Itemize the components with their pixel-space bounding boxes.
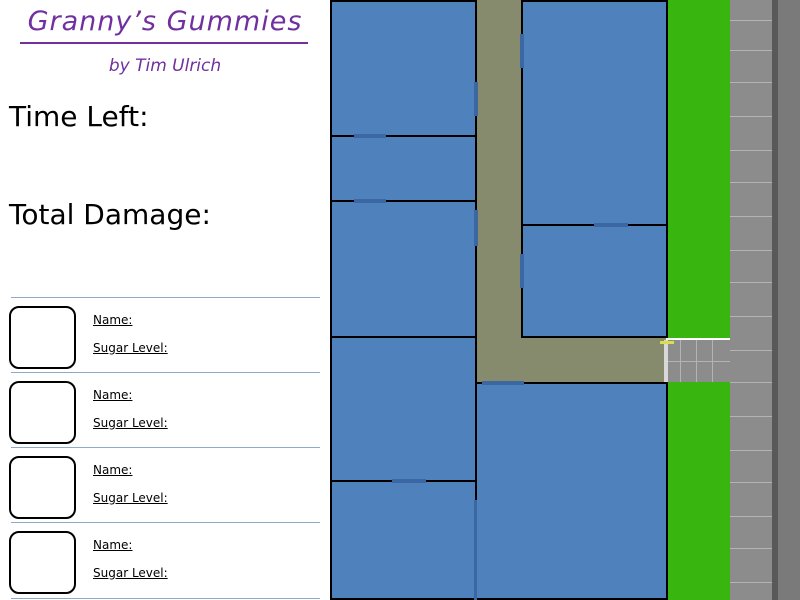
- game-title: Granny’s Gummies: [27, 6, 303, 37]
- house-map[interactable]: [330, 0, 800, 600]
- character-slot-3[interactable]: Name: Sugar Level:: [0, 449, 330, 523]
- sidewalk-line: [730, 350, 772, 351]
- character-portrait[interactable]: [9, 531, 76, 594]
- hallway-vertical[interactable]: [476, 0, 522, 384]
- hallway-horizontal[interactable]: [476, 337, 666, 384]
- room[interactable]: [330, 200, 477, 338]
- doorway[interactable]: [354, 199, 386, 203]
- author-credit: by Tim Ulrich: [108, 56, 222, 76]
- character-slot-1[interactable]: Name: Sugar Level:: [0, 299, 330, 373]
- slot-divider: [11, 598, 320, 599]
- doorway[interactable]: [482, 381, 524, 385]
- lawn: [668, 382, 730, 600]
- sidewalk-line: [730, 82, 772, 83]
- sugar-level-label: Sugar Level:: [93, 416, 168, 430]
- doorway[interactable]: [354, 134, 386, 138]
- walkway-tile-line: [666, 361, 730, 362]
- sidewalk-line: [730, 20, 772, 21]
- character-name-label: Name:: [93, 313, 133, 327]
- character-slot-2[interactable]: Name: Sugar Level:: [0, 374, 330, 448]
- character-portrait[interactable]: [9, 456, 76, 519]
- sidewalk-line: [730, 416, 772, 417]
- room[interactable]: [521, 224, 668, 338]
- slot-divider: [11, 372, 320, 373]
- lawn: [668, 0, 730, 338]
- sidewalk-line: [730, 450, 772, 451]
- doorway[interactable]: [392, 479, 426, 483]
- sidewalk-line: [730, 150, 772, 151]
- sidewalk-line: [730, 316, 772, 317]
- sidewalk-line: [730, 50, 772, 51]
- doorway[interactable]: [594, 223, 628, 227]
- slot-divider: [11, 297, 320, 298]
- room[interactable]: [475, 382, 668, 600]
- sidewalk-line: [730, 382, 772, 383]
- info-panel: Granny’s Gummies by Tim Ulrich Time Left…: [0, 0, 330, 600]
- sugar-level-label: Sugar Level:: [93, 341, 168, 355]
- character-name-label: Name:: [93, 388, 133, 402]
- sidewalk-line: [730, 548, 772, 549]
- time-left-label: Time Left:: [9, 100, 149, 133]
- doorway[interactable]: [474, 82, 478, 116]
- sidewalk-line: [730, 516, 772, 517]
- sidewalk: [730, 0, 774, 600]
- sidewalk-line: [730, 482, 772, 483]
- doorway[interactable]: [520, 254, 524, 288]
- character-name-label: Name:: [93, 463, 133, 477]
- room-divider: [474, 500, 477, 600]
- front-door[interactable]: [664, 340, 668, 382]
- doorway[interactable]: [520, 34, 524, 68]
- character-portrait[interactable]: [9, 306, 76, 369]
- sidewalk-line: [730, 216, 772, 217]
- sidewalk-line: [730, 250, 772, 251]
- slot-divider: [11, 522, 320, 523]
- room[interactable]: [330, 336, 477, 482]
- sidewalk-line: [730, 116, 772, 117]
- street: [778, 0, 800, 600]
- total-damage-label: Total Damage:: [9, 198, 211, 231]
- room[interactable]: [330, 0, 477, 137]
- room[interactable]: [521, 0, 668, 226]
- sugar-level-label: Sugar Level:: [93, 566, 168, 580]
- room[interactable]: [330, 135, 477, 202]
- sugar-level-label: Sugar Level:: [93, 491, 168, 505]
- slot-divider: [11, 447, 320, 448]
- character-slot-4[interactable]: Name: Sugar Level:: [0, 524, 330, 598]
- room[interactable]: [330, 480, 477, 600]
- sidewalk-line: [730, 282, 772, 283]
- doorway[interactable]: [474, 210, 478, 246]
- sidewalk-line: [730, 582, 772, 583]
- character-portrait[interactable]: [9, 381, 76, 444]
- character-name-label: Name:: [93, 538, 133, 552]
- title-underline: [20, 42, 308, 44]
- sidewalk-line: [730, 182, 772, 183]
- door-marker: [660, 341, 674, 344]
